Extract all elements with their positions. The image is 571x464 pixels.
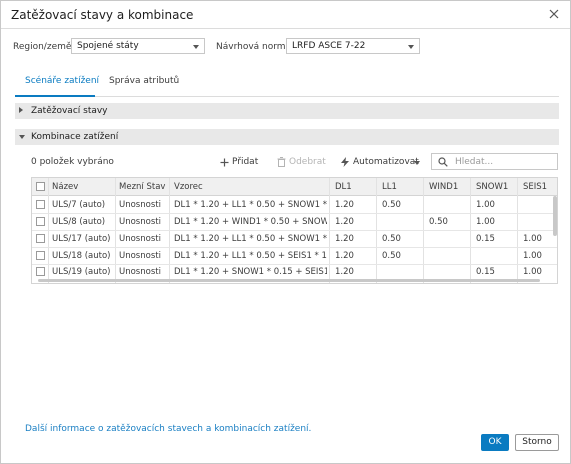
column-header[interactable]: DL1 — [335, 182, 375, 192]
selection-count: 0 položek vybráno — [31, 157, 114, 167]
search-placeholder: Hledat... — [455, 157, 494, 167]
row-name: ULS/8 (auto) — [52, 217, 106, 227]
table-row[interactable]: ULS/7 (auto) Únosnosti DL1 * 1.20 + LL1 … — [32, 196, 557, 213]
column-header[interactable]: Mezní Stav — [119, 182, 167, 192]
section-title: Kombinace zatížení — [31, 132, 119, 142]
norm-value: LRFD ASCE 7-22 — [292, 41, 366, 51]
ok-button[interactable]: OK — [481, 434, 509, 451]
row-dl1: 1.20 — [335, 217, 354, 227]
remove-label: Odebrat — [289, 157, 326, 167]
norm-label: Návrhová norma: — [216, 42, 295, 52]
column-header[interactable]: LL1 — [382, 182, 422, 192]
row-limit-state: Únosnosti — [119, 217, 161, 227]
row-formula: DL1 * 1.20 + LL1 * 0.50 + SNOW1 * 0.15 .… — [174, 234, 327, 244]
column-header[interactable]: SNOW1 — [476, 182, 516, 192]
title-bar: Zatěžovací stavy a kombinace — [1, 1, 570, 29]
row-dl1: 1.20 — [335, 200, 354, 210]
column-header[interactable]: Vzorec — [174, 182, 324, 192]
norm-select[interactable]: LRFD ASCE 7-22 — [286, 38, 420, 54]
add-label: Přidat — [232, 157, 259, 167]
row-formula: DL1 * 1.20 + SNOW1 * 0.15 + SEIS1 * 1.00 — [174, 267, 327, 277]
table-row[interactable]: ULS/8 (auto) Únosnosti DL1 * 1.20 + WIND… — [32, 213, 557, 230]
region-value: Spojené státy — [77, 41, 139, 51]
row-snow1: 1.00 — [476, 200, 495, 210]
row-dl1: 1.20 — [335, 234, 354, 244]
row-dl1: 1.20 — [335, 267, 354, 277]
tab-load-scenarios[interactable]: Scénáře zatížení — [25, 76, 99, 86]
vertical-scrollbar[interactable] — [553, 196, 557, 236]
info-link[interactable]: Další informace o zatěžovacích stavech a… — [25, 424, 311, 434]
row-checkbox[interactable] — [36, 200, 45, 209]
row-seis1: 1.00 — [523, 234, 542, 244]
row-limit-state: Únosnosti — [119, 267, 161, 277]
row-ll1: 0.50 — [382, 200, 401, 210]
horizontal-scrollbar[interactable] — [38, 279, 540, 282]
active-tab-indicator — [15, 95, 95, 97]
table-row[interactable]: ULS/17 (auto) Únosnosti DL1 * 1.20 + LL1… — [32, 230, 557, 247]
column-header[interactable]: WIND1 — [429, 182, 469, 192]
region-label: Region/země: — [13, 42, 75, 52]
row-name: ULS/17 (auto) — [52, 234, 111, 244]
row-name: ULS/7 (auto) — [52, 200, 106, 210]
row-checkbox[interactable] — [36, 251, 45, 260]
row-name: ULS/18 (auto) — [52, 251, 111, 261]
tab-attribute-management[interactable]: Správa atributů — [109, 76, 179, 86]
row-wind1: 0.50 — [429, 217, 448, 227]
dialog-title: Zatěžovací stavy a kombinace — [11, 8, 194, 22]
row-ll1: 0.50 — [382, 234, 401, 244]
row-snow1: 1.00 — [476, 217, 495, 227]
table-row[interactable]: ULS/18 (auto) Únosnosti DL1 * 1.20 + LL1… — [32, 247, 557, 264]
row-formula: DL1 * 1.20 + LL1 * 0.50 + SEIS1 * 1.00 — [174, 251, 327, 261]
row-snow1: 0.15 — [476, 267, 495, 277]
row-dl1: 1.20 — [335, 251, 354, 261]
load-combinations-dialog: Zatěžovací stavy a kombinace Region/země… — [0, 0, 571, 464]
row-limit-state: Únosnosti — [119, 251, 161, 261]
lightning-icon — [341, 157, 349, 167]
automate-label: Automatizovat — [353, 157, 419, 167]
section-title: Zatěžovací stavy — [31, 106, 108, 116]
close-icon[interactable] — [547, 7, 561, 21]
row-checkbox[interactable] — [36, 217, 45, 226]
combinations-table: Název Mezní Stav Vzorec DL1 LL1 WIND1 SN… — [31, 177, 558, 284]
row-seis1: 1.00 — [523, 267, 542, 277]
search-icon — [438, 157, 448, 167]
column-header[interactable]: SEIS1 — [523, 182, 557, 192]
search-input[interactable]: Hledat... — [431, 153, 558, 170]
column-header[interactable]: Název — [52, 182, 114, 192]
table-row[interactable]: ULS/19 (auto) Únosnosti DL1 * 1.20 + SNO… — [32, 264, 557, 279]
plus-icon — [220, 158, 229, 167]
trash-icon — [277, 157, 286, 167]
chevron-down-icon — [408, 45, 414, 49]
row-limit-state: Únosnosti — [119, 234, 161, 244]
section-load-combinations[interactable]: Kombinace zatížení — [15, 129, 559, 145]
row-checkbox[interactable] — [36, 267, 45, 276]
row-ll1: 0.50 — [382, 251, 401, 261]
row-snow1: 0.15 — [476, 234, 495, 244]
row-name: ULS/19 (auto) — [52, 267, 111, 277]
chevron-down-icon — [19, 135, 25, 139]
row-seis1: 1.00 — [523, 251, 542, 261]
row-checkbox[interactable] — [36, 234, 45, 243]
chevron-down-icon — [414, 161, 420, 165]
cancel-button[interactable]: Storno — [515, 434, 559, 451]
tab-bar: Scénáře zatížení Správa atributů — [15, 71, 559, 97]
select-all-checkbox[interactable] — [36, 182, 45, 191]
chevron-right-icon — [19, 107, 23, 113]
row-formula: DL1 * 1.20 + LL1 * 0.50 + SNOW1 * 1.00 — [174, 200, 327, 210]
row-limit-state: Únosnosti — [119, 200, 161, 210]
region-select[interactable]: Spojené státy — [71, 38, 205, 54]
chevron-down-icon — [193, 45, 199, 49]
section-load-cases[interactable]: Zatěžovací stavy — [15, 103, 559, 119]
table-header: Název Mezní Stav Vzorec DL1 LL1 WIND1 SN… — [32, 178, 557, 196]
row-formula: DL1 * 1.20 + WIND1 * 0.50 + SNOW1 * 1... — [174, 217, 327, 227]
